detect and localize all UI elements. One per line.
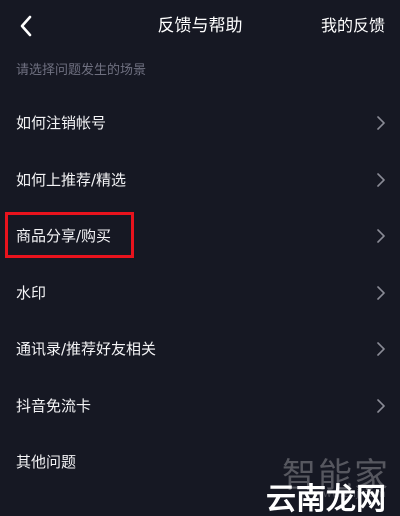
list-item-label: 其他问题 xyxy=(16,453,77,471)
list-item-product-share-purchase[interactable]: 商品分享/购买 xyxy=(0,208,400,265)
chevron-right-icon xyxy=(377,116,385,131)
feedback-help-screen: 反馈与帮助 我的反馈 请选择问题发生的场景 如何注销帐号 如何上推荐/精选 商品… xyxy=(0,0,400,516)
list-item-label: 水印 xyxy=(16,283,47,302)
chevron-right-icon xyxy=(377,229,385,244)
section-hint: 请选择问题发生的场景 xyxy=(16,63,147,78)
chevron-left-icon xyxy=(20,15,32,37)
chevron-right-icon xyxy=(377,398,385,413)
nav-bar: 反馈与帮助 我的反馈 xyxy=(0,0,400,52)
list-item-data-free-card[interactable]: 抖音免流卡 xyxy=(0,378,400,435)
back-button[interactable] xyxy=(12,12,40,40)
list-item-watermark[interactable]: 水印 xyxy=(0,265,400,322)
list-item-label: 商品分享/购买 xyxy=(16,227,112,245)
chevron-right-icon xyxy=(377,342,385,357)
list-item-contacts-friends[interactable]: 通讯录/推荐好友相关 xyxy=(0,321,400,378)
list-item-label: 通讯录/推荐好友相关 xyxy=(16,340,157,358)
list-item-label: 抖音免流卡 xyxy=(16,396,92,415)
chevron-right-icon xyxy=(377,285,385,300)
list-item-recommend-featured[interactable]: 如何上推荐/精选 xyxy=(0,152,400,209)
watermark-bottom: 云南龙网 xyxy=(266,482,386,516)
list-item-label: 如何注销帐号 xyxy=(16,114,107,132)
list-item-label: 如何上推荐/精选 xyxy=(16,170,127,189)
scenario-list: 如何注销帐号 如何上推荐/精选 商品分享/购买 水印 通讯录/推荐好友相关 抖音… xyxy=(0,95,400,491)
list-item-deregister-account[interactable]: 如何注销帐号 xyxy=(0,95,400,152)
chevron-right-icon xyxy=(377,172,385,187)
my-feedback-link[interactable]: 我的反馈 xyxy=(321,0,385,52)
